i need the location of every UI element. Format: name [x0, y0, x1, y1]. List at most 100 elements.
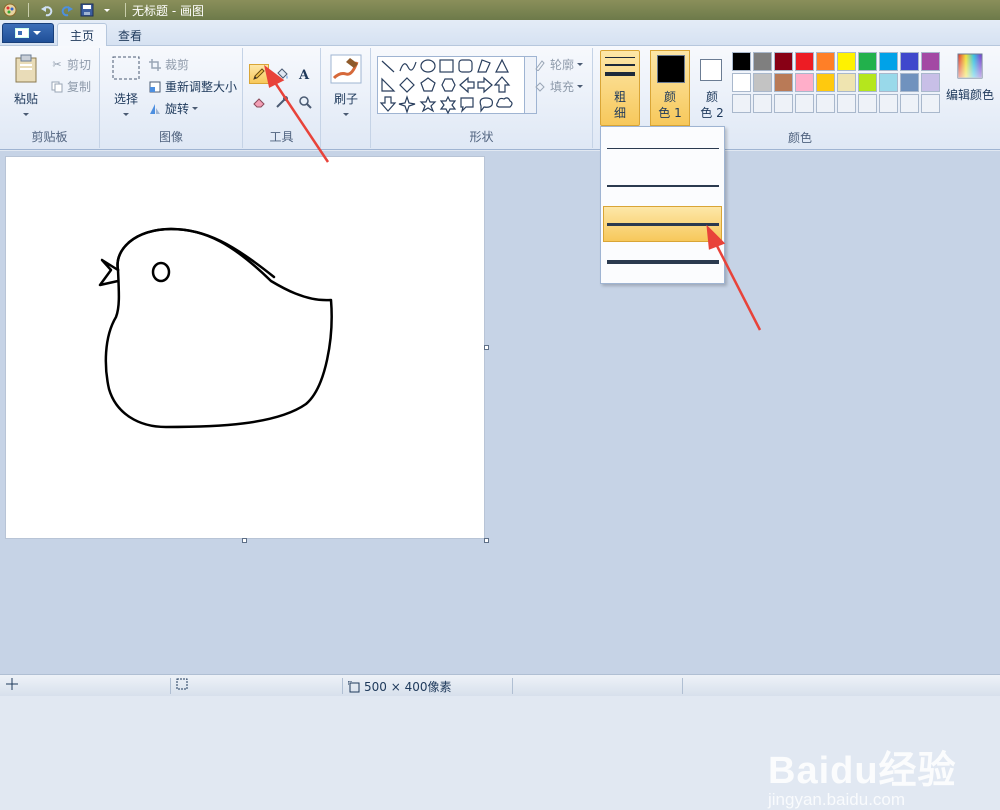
size-button[interactable]: 粗 细	[600, 50, 640, 126]
palette-color-swatch[interactable]	[795, 52, 814, 71]
palette-color-swatch[interactable]	[921, 52, 940, 71]
pentagon-shape-icon	[420, 77, 436, 92]
rotate-icon	[148, 102, 162, 116]
undo-icon[interactable]	[39, 2, 55, 18]
size-option-5px[interactable]	[603, 206, 722, 242]
palette-color-swatch[interactable]	[753, 52, 772, 71]
outline-button[interactable]: 轮廓	[533, 56, 584, 73]
size-option-1px[interactable]	[603, 130, 722, 166]
outline-icon	[533, 58, 547, 72]
palette-color-swatch[interactable]	[816, 52, 835, 71]
cut-button[interactable]: ✂ 剪切	[50, 56, 91, 73]
color1-button[interactable]: 颜 色 1	[650, 50, 690, 126]
palette-empty-swatch[interactable]	[753, 94, 772, 113]
palette-color-swatch[interactable]	[774, 52, 793, 71]
arrow-left-shape-icon	[477, 76, 493, 94]
paste-label: 粘贴	[13, 92, 38, 106]
shapes-group-label: 形状	[469, 130, 494, 144]
quick-access-toolbar	[0, 0, 132, 20]
resize-handle-right[interactable]	[484, 345, 489, 350]
color1-label-line1: 颜	[663, 90, 676, 104]
duck-beak	[98, 258, 120, 287]
star6-shape-icon	[439, 95, 457, 115]
resize-button[interactable]: 重新调整大小	[148, 78, 237, 95]
fill-tool[interactable]	[272, 64, 292, 84]
palette-empty-swatch[interactable]	[921, 94, 940, 113]
tab-home[interactable]: 主页	[57, 23, 108, 47]
palette-empty-swatch[interactable]	[816, 94, 835, 113]
palette-empty-swatch[interactable]	[858, 94, 877, 113]
arrow-down-shape-icon	[379, 96, 397, 112]
color-wheel-icon	[957, 53, 983, 79]
palette-color-swatch[interactable]	[795, 73, 814, 92]
pencil-tool[interactable]	[249, 64, 269, 84]
tools-group-label: 工具	[269, 130, 294, 144]
copy-label: 复制	[67, 80, 92, 94]
save-icon[interactable]	[79, 2, 95, 18]
size-option-line	[606, 222, 719, 226]
palette-empty-swatch[interactable]	[837, 94, 856, 113]
customize-qat-icon[interactable]	[99, 2, 115, 18]
paste-button[interactable]: 粘贴	[8, 54, 44, 116]
canvas-workspace[interactable]: Baidu经验 jingyan.baidu.com	[0, 151, 1000, 809]
brushes-button[interactable]: 刷子	[329, 54, 363, 116]
file-menu-button[interactable]	[2, 23, 54, 43]
cursor-position-icon	[6, 678, 18, 690]
fill-dropdown-icon	[577, 85, 584, 88]
magnifier-tool[interactable]	[295, 92, 315, 112]
palette-color-swatch[interactable]	[732, 73, 751, 92]
canvas-size-cell: 500 × 400像素	[348, 678, 452, 695]
palette-color-swatch[interactable]	[879, 73, 898, 92]
redo-icon[interactable]	[59, 2, 75, 18]
resize-label: 重新调整大小	[165, 80, 238, 94]
resize-handle-corner[interactable]	[484, 538, 489, 543]
palette-empty-swatch[interactable]	[900, 94, 919, 113]
palette-color-swatch[interactable]	[774, 73, 793, 92]
text-tool[interactable]: A	[295, 64, 315, 84]
eraser-tool[interactable]	[249, 92, 269, 112]
palette-color-swatch[interactable]	[816, 73, 835, 92]
palette-empty-swatch[interactable]	[774, 94, 793, 113]
size-option-3px[interactable]	[603, 168, 722, 204]
color-picker-tool[interactable]	[272, 92, 292, 112]
fill-button[interactable]: 填充	[533, 78, 584, 95]
paint-app-icon[interactable]	[2, 2, 18, 18]
tab-view[interactable]: 查看	[106, 23, 154, 47]
color2-button[interactable]: 颜 色 2	[692, 50, 732, 126]
clipboard-icon	[15, 54, 37, 83]
palette-color-swatch[interactable]	[858, 52, 877, 71]
fill-label: 填充	[550, 80, 575, 94]
duck-head	[116, 227, 276, 279]
palette-color-swatch[interactable]	[837, 73, 856, 92]
edit-colors-button[interactable]: 编辑颜色	[944, 52, 996, 103]
outline-label: 轮廓	[550, 58, 575, 72]
drawing-canvas[interactable]	[5, 156, 485, 539]
palette-color-swatch[interactable]	[753, 73, 772, 92]
select-button[interactable]: 选择	[108, 54, 144, 116]
palette-empty-swatch[interactable]	[795, 94, 814, 113]
select-rectangle-icon	[112, 56, 140, 80]
palette-empty-swatch[interactable]	[732, 94, 751, 113]
canvas-size-icon	[348, 680, 360, 692]
chevron-down-icon	[33, 31, 41, 35]
svg-text:A: A	[298, 68, 310, 81]
group-image: 选择 裁剪 重新调整大小 旋转 图像	[100, 48, 243, 148]
diamond-shape-icon	[399, 77, 415, 93]
palette-color-swatch[interactable]	[921, 73, 940, 92]
palette-color-swatch[interactable]	[858, 73, 877, 92]
status-separator	[512, 678, 513, 694]
copy-button[interactable]: 复制	[50, 78, 91, 95]
copy-icon	[50, 80, 64, 94]
palette-color-swatch[interactable]	[732, 52, 751, 71]
palette-empty-swatch[interactable]	[879, 94, 898, 113]
paste-dropdown-icon	[23, 113, 29, 116]
crop-button[interactable]: 裁剪	[148, 56, 189, 73]
palette-color-swatch[interactable]	[879, 52, 898, 71]
image-group-label: 图像	[158, 130, 183, 144]
resize-handle-bottom[interactable]	[242, 538, 247, 543]
size-option-8px[interactable]	[603, 244, 722, 280]
palette-color-swatch[interactable]	[900, 73, 919, 92]
palette-color-swatch[interactable]	[837, 52, 856, 71]
palette-color-swatch[interactable]	[900, 52, 919, 71]
rotate-button[interactable]: 旋转	[148, 100, 199, 117]
